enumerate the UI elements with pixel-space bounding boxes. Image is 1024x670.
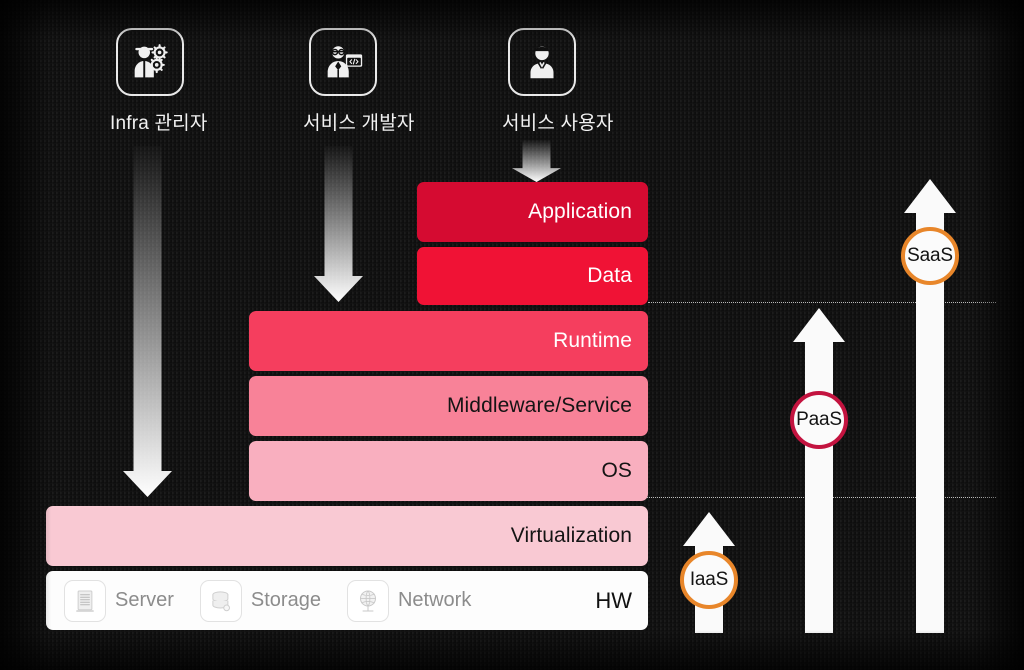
service-arrow-paas bbox=[793, 308, 845, 638]
developer-code-icon bbox=[309, 28, 377, 96]
stack-layer-label-runtime: Runtime bbox=[553, 329, 632, 352]
flow-arrow-service-developer-flow bbox=[313, 146, 363, 307]
service-badge-iaas[interactable]: IaaS bbox=[680, 551, 738, 609]
cloud-service-model-diagram: Infra 관리자 서비스 개발자 서비스 사용자 Application Data R… bbox=[0, 0, 1024, 670]
stack-layer-label-virtualization: Virtualization bbox=[510, 524, 632, 547]
stack-layer-application[interactable]: Application bbox=[417, 182, 648, 242]
globe-network-icon bbox=[346, 579, 389, 622]
service-badge-label-iaas: IaaS bbox=[689, 569, 729, 590]
stack-layer-os[interactable]: OS bbox=[249, 441, 648, 501]
user-person-icon bbox=[508, 28, 576, 96]
stack-layer-label-application: Application bbox=[528, 200, 632, 223]
server-rack-icon bbox=[64, 579, 106, 622]
stack-layer-data[interactable]: Data bbox=[417, 247, 648, 305]
stack-layer-runtime[interactable]: Runtime bbox=[249, 311, 648, 371]
stack-layer-label-data: Data bbox=[587, 264, 632, 287]
hardware-item-label-network: Network bbox=[397, 589, 472, 611]
flow-arrow-infra-admin-flow bbox=[122, 146, 172, 502]
hardware-label: HW bbox=[595, 587, 632, 613]
persona-label-service-developer: 서비스 개발자 bbox=[303, 113, 415, 134]
hardware-item-network[interactable]: Network bbox=[346, 579, 472, 622]
stack-layer-middleware-service[interactable]: Middleware/Service bbox=[249, 376, 648, 436]
service-badge-label-paas: PaaS bbox=[796, 409, 842, 430]
stack-layer-virtualization[interactable]: Virtualization bbox=[46, 506, 648, 566]
persona-label-infra-admin: Infra 관리자 bbox=[110, 113, 208, 134]
stack-layer-label-middleware-service: Middleware/Service bbox=[446, 394, 632, 417]
service-badge-saas[interactable]: SaaS bbox=[901, 227, 959, 285]
hardware-layer: Server Storage Network HW bbox=[46, 571, 648, 630]
flow-arrow-service-user-flow bbox=[511, 140, 561, 187]
hardware-item-storage[interactable]: Storage bbox=[199, 579, 321, 622]
persona-label-service-user: 서비스 사용자 bbox=[502, 113, 614, 134]
persona-service-user: 서비스 사용자 bbox=[502, 28, 614, 135]
database-disk-icon bbox=[199, 579, 242, 622]
hardware-item-server[interactable]: Server bbox=[64, 579, 174, 622]
admin-gear-icon bbox=[116, 28, 184, 96]
hardware-item-label-server: Server bbox=[115, 589, 174, 611]
persona-infra-admin: Infra 관리자 bbox=[110, 28, 208, 135]
hardware-item-label-storage: Storage bbox=[250, 589, 321, 611]
persona-service-developer: 서비스 개발자 bbox=[303, 28, 415, 135]
stack-layer-label-os: OS bbox=[601, 459, 632, 482]
service-badge-label-saas: SaaS bbox=[907, 245, 953, 266]
hardware-items: Server Storage Network bbox=[64, 579, 497, 622]
service-badge-paas[interactable]: PaaS bbox=[790, 391, 848, 449]
